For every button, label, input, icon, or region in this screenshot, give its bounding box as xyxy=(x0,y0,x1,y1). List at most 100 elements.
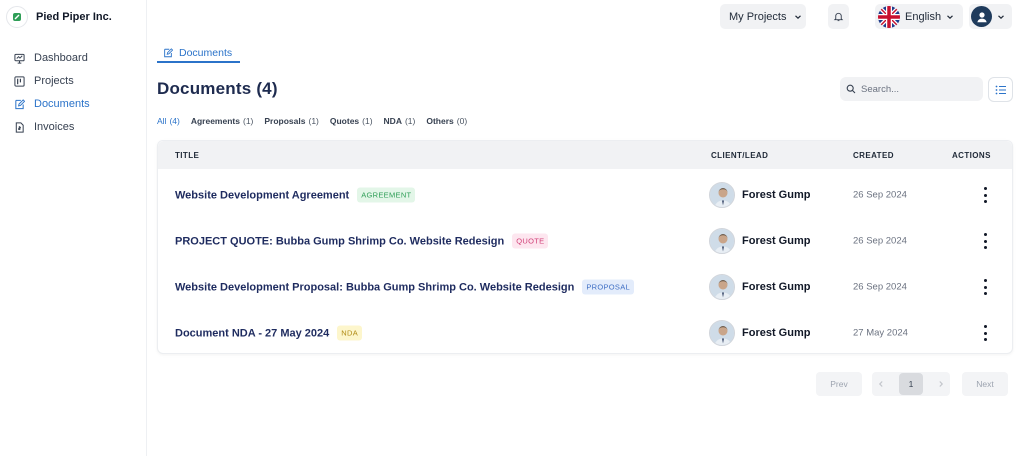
client-avatar xyxy=(709,228,735,254)
filter-all[interactable]: All (4) xyxy=(157,116,180,126)
client-avatar xyxy=(709,320,735,346)
filter-label: Others xyxy=(426,116,454,126)
client-name: Forest Gump xyxy=(742,189,811,201)
brand-name: Pied Piper Inc. xyxy=(36,11,112,23)
document-title: Website Development Proposal: Bubba Gump… xyxy=(175,281,575,293)
document-type-badge: PROPOSAL xyxy=(582,279,634,295)
notifications-button[interactable] xyxy=(828,4,849,29)
documents-icon xyxy=(164,47,173,57)
brand-logo-icon xyxy=(6,6,28,28)
projects-icon xyxy=(14,75,25,87)
tab-documents[interactable]: Documents xyxy=(157,44,240,63)
page-title: Documents (4) xyxy=(157,79,278,99)
my-projects-label: My Projects xyxy=(729,10,787,23)
language-label: English xyxy=(905,10,942,23)
filter-nda[interactable]: NDA (1) xyxy=(384,116,416,126)
sidebar-item-label: Projects xyxy=(34,75,74,87)
search-input[interactable]: Search... xyxy=(840,77,983,101)
page-title-text: Documents xyxy=(157,79,252,98)
row-actions-menu-icon[interactable] xyxy=(978,325,992,341)
created-date: 27 May 2024 xyxy=(853,327,908,339)
column-header-client[interactable]: CLIENT/LEAD xyxy=(711,151,768,160)
filter-label: Proposals xyxy=(264,116,306,126)
column-header-title[interactable]: TITLE xyxy=(175,151,199,160)
filter-label: Quotes xyxy=(329,116,360,126)
document-type-badge: NDA xyxy=(337,325,363,341)
table-row[interactable]: Website Development Agreement AGREEMENT … xyxy=(158,172,1012,218)
search-placeholder: Search... xyxy=(861,83,900,95)
sidebar-item-invoices[interactable]: Invoices xyxy=(14,119,90,135)
filter-count: (4) xyxy=(169,116,180,126)
user-avatar-icon xyxy=(971,6,992,27)
sidebar-item-projects[interactable]: Projects xyxy=(14,73,90,89)
created-date: 26 Sep 2024 xyxy=(853,235,907,247)
client-name: Forest Gump xyxy=(742,327,811,339)
app-root: Pied Piper Inc. Dashboard Projects Docum… xyxy=(0,0,1024,456)
chevron-down-icon xyxy=(947,14,953,19)
dashboard-icon xyxy=(14,53,25,64)
row-actions-menu-icon[interactable] xyxy=(978,279,992,295)
document-type-badge: AGREEMENT xyxy=(357,187,416,203)
chevron-right-icon[interactable] xyxy=(937,380,945,388)
document-filters: All (4) Agreements (1) Proposals (1) Quotes… xyxy=(157,116,467,126)
pagination-page-current[interactable]: 1 xyxy=(899,373,923,395)
sidebar-nav: Dashboard Projects Documents Invoices xyxy=(14,50,90,135)
sidebar: Pied Piper Inc. Dashboard Projects Docum… xyxy=(0,0,147,456)
page-tabs: Documents xyxy=(157,44,240,63)
documents-table: TITLE CLIENT/LEAD CREATED ACTIONS Websit… xyxy=(157,140,1013,354)
sidebar-item-label: Invoices xyxy=(34,121,75,133)
client-name: Forest Gump xyxy=(742,235,811,247)
client-cell[interactable]: Forest Gump xyxy=(709,182,810,208)
document-title-link[interactable]: PROJECT QUOTE: Bubba Gump Shrimp Co. Web… xyxy=(175,233,549,249)
filter-count: (1) xyxy=(242,116,254,126)
filter-count: (1) xyxy=(362,116,373,126)
created-date: 26 Sep 2024 xyxy=(853,189,907,201)
invoices-icon xyxy=(15,121,24,133)
table-row[interactable]: Document NDA - 27 May 2024 NDA Forest Gu… xyxy=(158,310,1012,356)
filter-quotes[interactable]: Quotes (1) xyxy=(330,116,373,126)
document-title-link[interactable]: Document NDA - 27 May 2024 NDA xyxy=(175,325,363,341)
user-menu[interactable] xyxy=(969,4,1012,29)
document-title-link[interactable]: Website Development Proposal: Bubba Gump… xyxy=(175,279,634,295)
client-avatar xyxy=(709,274,735,300)
created-date: 26 Sep 2024 xyxy=(853,281,907,293)
filter-label: NDA xyxy=(383,116,402,126)
filter-proposals[interactable]: Proposals (1) xyxy=(264,116,319,126)
my-projects-dropdown[interactable]: My Projects xyxy=(720,4,806,29)
row-actions-menu-icon[interactable] xyxy=(978,233,992,249)
client-cell[interactable]: Forest Gump xyxy=(709,274,810,300)
search-icon xyxy=(846,84,856,94)
row-actions-menu-icon[interactable] xyxy=(978,187,992,203)
table-row[interactable]: Website Development Proposal: Bubba Gump… xyxy=(158,264,1012,310)
document-title-link[interactable]: Website Development Agreement AGREEMENT xyxy=(175,187,416,203)
filter-agreements[interactable]: Agreements (1) xyxy=(191,116,254,126)
client-cell[interactable]: Forest Gump xyxy=(709,320,810,346)
sidebar-item-label: Dashboard xyxy=(34,52,88,64)
sidebar-item-label: Documents xyxy=(34,98,90,110)
chevron-down-icon xyxy=(795,14,802,19)
list-view-toggle[interactable] xyxy=(988,77,1013,102)
pagination-pages: 1 xyxy=(872,372,950,396)
pagination-next-button[interactable]: Next xyxy=(962,372,1008,396)
document-title: PROJECT QUOTE: Bubba Gump Shrimp Co. Web… xyxy=(175,235,505,247)
top-bar: My Projects English xyxy=(147,0,1024,34)
documents-icon xyxy=(15,98,25,109)
chevron-down-icon xyxy=(998,14,1004,19)
sidebar-item-documents[interactable]: Documents xyxy=(14,96,90,112)
document-title: Website Development Agreement xyxy=(175,189,350,201)
language-selector[interactable]: English xyxy=(875,4,963,29)
client-avatar xyxy=(709,182,735,208)
bell-icon xyxy=(833,12,844,22)
sidebar-item-dashboard[interactable]: Dashboard xyxy=(14,50,90,66)
filter-others[interactable]: Others (0) xyxy=(426,116,467,126)
client-name: Forest Gump xyxy=(742,281,811,293)
list-icon xyxy=(995,85,1006,94)
brand[interactable]: Pied Piper Inc. xyxy=(6,6,112,28)
table-row[interactable]: PROJECT QUOTE: Bubba Gump Shrimp Co. Web… xyxy=(158,218,1012,264)
chevron-left-icon[interactable] xyxy=(877,380,885,388)
client-cell[interactable]: Forest Gump xyxy=(709,228,810,254)
filter-count: (1) xyxy=(308,116,319,126)
pagination-prev-button[interactable]: Prev xyxy=(816,372,862,396)
filter-count: (0) xyxy=(456,116,468,126)
column-header-created[interactable]: CREATED xyxy=(853,151,894,160)
